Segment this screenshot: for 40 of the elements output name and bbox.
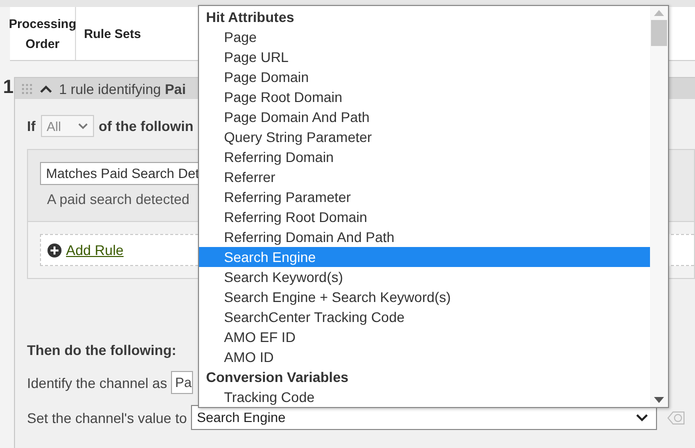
- channel-field[interactable]: Pa: [171, 371, 194, 394]
- rule-set-title: 1 rule identifying Pai: [59, 80, 186, 96]
- if-label: If: [27, 118, 36, 134]
- rule-description: A paid search detected: [46, 191, 190, 207]
- dropdown-option[interactable]: AMO ID: [199, 347, 650, 367]
- column-header: Rule Sets: [83, 26, 141, 42]
- column-header: Processing Order: [10, 7, 76, 60]
- dropdown-option[interactable]: AMO EF ID: [199, 327, 650, 347]
- order-number: 1: [2, 77, 14, 100]
- plus-circle-icon[interactable]: [47, 242, 62, 258]
- caret-up-icon[interactable]: [39, 84, 53, 94]
- dropdown-option[interactable]: Search Engine: [199, 247, 650, 267]
- dropdown-option[interactable]: Referring Domain And Path: [199, 227, 650, 247]
- match-suffix: of the followin: [98, 118, 194, 134]
- dropdown-option[interactable]: Page Domain And Path: [199, 107, 650, 127]
- scroll-up-icon[interactable]: [654, 10, 664, 16]
- help-icon[interactable]: [666, 410, 685, 424]
- add-rule-link[interactable]: Add Rule: [66, 242, 124, 258]
- scroll-thumb[interactable]: [651, 20, 667, 46]
- dropdown-option[interactable]: SearchCenter Tracking Code: [199, 307, 650, 327]
- dropdown-option[interactable]: Page URL: [199, 47, 650, 67]
- dropdown-option[interactable]: Search Keyword(s): [199, 267, 650, 287]
- dropdown-option[interactable]: Page: [199, 27, 650, 47]
- scroll-down-icon[interactable]: [654, 397, 664, 403]
- dropdown-option[interactable]: Query String Parameter: [199, 127, 650, 147]
- group-heading: Conversion Variables: [205, 368, 350, 387]
- dropdown-option[interactable]: Page Root Domain: [199, 87, 650, 107]
- actions-heading: Then do the following:: [27, 342, 176, 358]
- group-heading: Hit Attributes: [205, 8, 296, 27]
- set-value-label: Set the channel's value to: [27, 410, 187, 426]
- identify-label: Identify the channel as: [27, 374, 168, 390]
- chevron-down-icon: [636, 414, 648, 422]
- chevron-down-icon: [78, 122, 88, 130]
- dropdown-option[interactable]: Tracking Code: [199, 387, 650, 407]
- drag-handle-icon[interactable]: [21, 82, 33, 94]
- dropdown-option[interactable]: Referring Parameter: [199, 187, 650, 207]
- dropdown-option[interactable]: Search Engine + Search Keyword(s): [199, 287, 650, 307]
- scrollbar[interactable]: [650, 6, 668, 407]
- dropdown-option[interactable]: Referring Root Domain: [199, 207, 650, 227]
- dropdown-option[interactable]: Page Domain: [199, 67, 650, 87]
